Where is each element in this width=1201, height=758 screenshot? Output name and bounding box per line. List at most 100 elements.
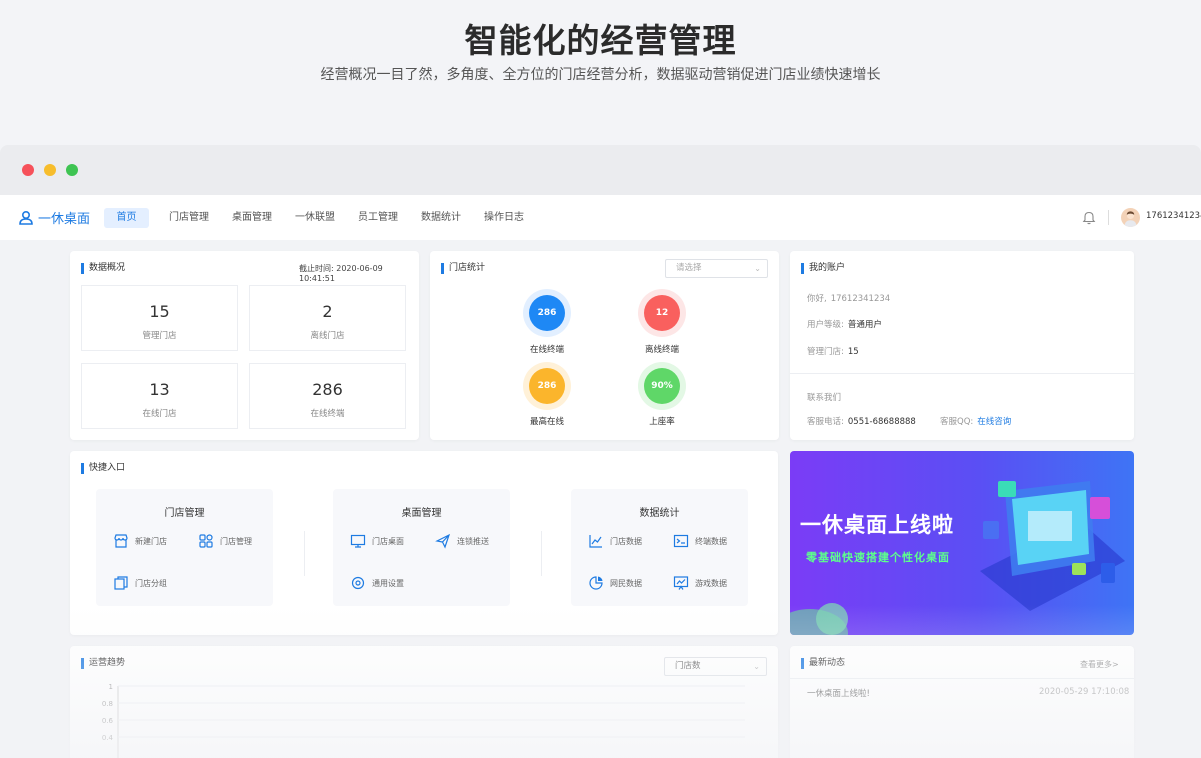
account-divider <box>790 373 1134 374</box>
account-card: 我的账户 你好, 17612341234 用户等级: 普通用户 管理门店: 15 联系… <box>790 251 1134 440</box>
store-stats-title: 门店统计 <box>441 263 485 274</box>
quick-store-management[interactable]: 门店管理 <box>198 533 252 549</box>
quick-general-settings[interactable]: 通用设置 <box>350 575 404 591</box>
nav-data-statistics[interactable]: 数据统计 <box>418 208 464 228</box>
ring-max-online: 286 <box>523 362 571 410</box>
quick-new-store[interactable]: 新建门店 <box>113 533 167 549</box>
avatar[interactable] <box>1121 208 1140 227</box>
quick-game-data[interactable]: 游戏数据 <box>673 575 727 591</box>
hero-subtitle: 经营概况一目了然，多角度、全方位的门店经营分析，数据驱动营销促进门店业绩快速增长 <box>320 67 881 83</box>
username-label[interactable]: 17612341234 <box>1146 211 1201 221</box>
stat-label: 在线终端 <box>310 409 345 419</box>
trend-card: 运营趋势 门店数 ⌄ 1 0.8 0.6 0.4 <box>70 646 778 758</box>
quick-divider <box>304 531 305 576</box>
news-item-text[interactable]: 一休桌面上线啦! <box>807 687 870 699</box>
quick-group-title: 桌面管理 <box>401 508 442 519</box>
quick-item-label: 门店数据 <box>610 536 642 546</box>
overview-card: 数据概况 截止时间: 2020-06-09 10:41:51 15 管理门店 2… <box>70 251 419 440</box>
quick-entry-card: 快捷入口 门店管理 新建门店 门店管理 门店分组 桌面管理 门店桌面 连锁推送 … <box>70 451 778 635</box>
nav-store-management[interactable]: 门店管理 <box>166 208 212 228</box>
quick-store-group[interactable]: 门店分组 <box>113 575 167 591</box>
quick-item-label: 新建门店 <box>135 536 167 546</box>
nav-desktop-management[interactable]: 桌面管理 <box>229 208 275 228</box>
logo-text: 一休桌面 <box>38 212 91 227</box>
quick-item-label: 终端数据 <box>695 536 727 546</box>
pie-chart-icon <box>589 576 603 590</box>
dashboard-chart-icon <box>673 576 689 590</box>
quick-divider <box>541 531 542 576</box>
terminal-icon <box>673 534 689 548</box>
minimize-window-dot[interactable] <box>44 164 56 176</box>
phone-value: 0551-68688888 <box>847 417 916 427</box>
avatar-person-icon <box>1124 211 1137 227</box>
ring-occupancy: 90% <box>638 362 686 410</box>
stat-label: 管理门店 <box>142 331 177 341</box>
quick-group-title: 数据统计 <box>639 508 680 519</box>
quick-group-desktop: 桌面管理 门店桌面 连锁推送 通用设置 <box>333 489 510 606</box>
close-window-dot[interactable] <box>22 164 34 176</box>
nav-alliance[interactable]: 一休联盟 <box>292 208 338 228</box>
stat-value: 15 <box>149 302 170 321</box>
ring-value: 286 <box>529 295 565 331</box>
ring-offline-terminals: 12 <box>638 289 686 337</box>
y-tick-label: 1 <box>109 683 113 691</box>
stat-managed-stores: 15 管理门店 <box>81 285 238 351</box>
store-icon <box>114 534 128 548</box>
bell-icon[interactable] <box>1082 210 1096 225</box>
quick-netizen-data[interactable]: 网民数据 <box>588 575 642 591</box>
user-level-value: 普通用户 <box>847 320 882 330</box>
banner-illustration <box>790 481 1125 635</box>
quick-item-label: 游戏数据 <box>695 578 727 588</box>
quick-item-label: 连锁推送 <box>457 536 489 546</box>
stat-offline-stores: 2 离线门店 <box>249 285 406 351</box>
quick-store-desktop[interactable]: 门店桌面 <box>350 533 404 549</box>
online-consult-link[interactable]: 在线咨询 <box>977 417 1011 427</box>
nav-home[interactable]: 首页 <box>104 208 149 228</box>
quick-store-data[interactable]: 门店数据 <box>588 533 642 549</box>
nav-operation-log[interactable]: 操作日志 <box>481 208 527 228</box>
gear-icon <box>351 576 365 590</box>
qq-row: 客服QQ: 在线咨询 <box>940 417 1012 427</box>
trend-chart: 1 0.8 0.6 0.4 <box>102 683 745 758</box>
y-tick-label: 0.6 <box>102 717 114 725</box>
hero-title: 智能化的经营管理 <box>464 21 737 60</box>
deadline-label: 截止时间: 2020-06-09 10:41:51 <box>299 264 383 283</box>
quick-chain-push[interactable]: 连锁推送 <box>435 533 489 549</box>
news-card: 最新动态 查看更多> 一休桌面上线啦! 2020-05-29 17:10:08 <box>790 646 1134 758</box>
promo-banner[interactable]: 一休桌面上线啦 零基础快速搭建个性化桌面 <box>790 451 1134 635</box>
chevron-down-icon: ⌄ <box>754 264 761 273</box>
more-link[interactable]: 查看更多> <box>1080 659 1119 670</box>
quick-item-label: 通用设置 <box>372 578 404 588</box>
window-titlebar <box>0 145 1201 195</box>
news-item-date: 2020-05-29 17:10:08 <box>1039 687 1130 697</box>
copy-icon <box>114 576 128 590</box>
nav-staff-management[interactable]: 员工管理 <box>355 208 401 228</box>
navbar-separator <box>1108 210 1109 225</box>
phone-row: 客服电话: 0551-68688888 <box>807 417 916 427</box>
quick-group-title: 门店管理 <box>164 508 205 519</box>
line-chart-icon <box>589 535 602 548</box>
top-navbar: 一休桌面 首页 门店管理 桌面管理 一休联盟 员工管理 数据统计 操作日志 17… <box>0 195 1201 240</box>
banner-title: 一休桌面上线啦 <box>800 513 954 537</box>
quick-item-label: 门店管理 <box>220 536 252 546</box>
y-tick-label: 0.4 <box>102 734 114 742</box>
quick-item-label: 网民数据 <box>610 578 642 588</box>
quick-entry-title: 快捷入口 <box>81 463 125 474</box>
maximize-window-dot[interactable] <box>66 164 78 176</box>
ring-value: 12 <box>644 295 680 331</box>
ring-label: 最高在线 <box>529 417 564 427</box>
quick-item-label: 门店桌面 <box>372 536 404 546</box>
ring-label: 在线终端 <box>529 345 564 355</box>
quick-item-label: 门店分组 <box>135 578 167 588</box>
ring-value: 286 <box>529 368 565 404</box>
quick-group-statistics: 数据统计 门店数据 终端数据 网民数据 游戏数据 <box>571 489 748 606</box>
app-logo[interactable]: 一休桌面 <box>18 208 90 227</box>
ring-value: 90% <box>644 368 680 404</box>
account-title: 我的账户 <box>801 263 845 274</box>
news-title: 最新动态 <box>801 658 845 669</box>
y-tick-label: 0.8 <box>102 700 113 708</box>
grid-icon <box>199 534 213 548</box>
store-select[interactable]: 请选择 ⌄ <box>665 259 768 278</box>
quick-terminal-data[interactable]: 终端数据 <box>673 533 727 549</box>
stat-value: 13 <box>149 380 170 399</box>
